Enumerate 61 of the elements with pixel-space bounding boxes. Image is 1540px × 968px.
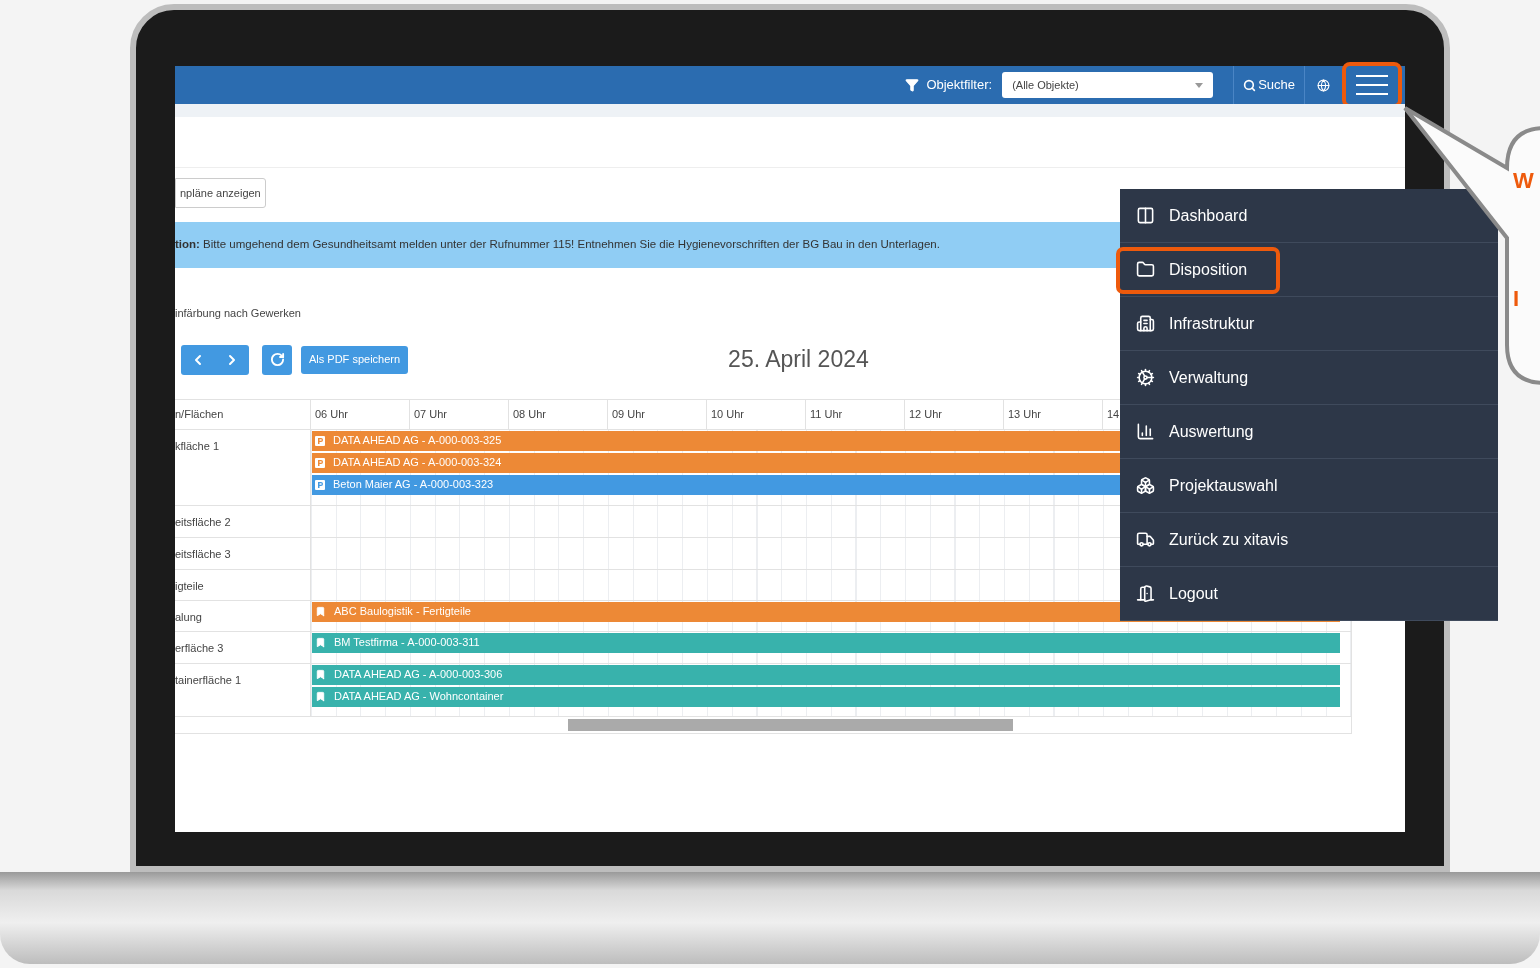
hour-header: 06 Uhr: [311, 399, 410, 429]
bookmark-icon: [315, 637, 326, 648]
scrollbar-thumb[interactable]: [568, 718, 1013, 731]
columns-icon: [1136, 206, 1155, 225]
column-header: n/Flächen: [175, 399, 311, 429]
filter-label: Objektfilter:: [926, 76, 993, 95]
parking-icon: [315, 457, 325, 468]
row-label: kfläche 1: [175, 429, 311, 505]
filter-icon: [905, 78, 920, 92]
booking-text: DATA AHEAD AG - Wohncontainer: [334, 689, 504, 705]
menu-item[interactable]: Infrastruktur: [1120, 297, 1498, 351]
hour-header: 07 Uhr: [410, 399, 509, 429]
parking-icon: [315, 435, 325, 446]
gear-icon: [1136, 368, 1155, 387]
date-title: 25. April 2024: [728, 345, 869, 375]
toggle-plans-button[interactable]: npläne anzeigen: [175, 178, 266, 208]
hour-header: 09 Uhr: [608, 399, 707, 429]
building-icon: [1136, 314, 1155, 333]
booking-text: DATA AHEAD AG - A-000-003-324: [333, 455, 502, 471]
menu-item[interactable]: Disposition: [1120, 243, 1498, 297]
folder-icon: [1136, 260, 1155, 279]
booking-text: DATA AHEAD AG - A-000-003-306: [334, 667, 503, 683]
bookmark-icon: [315, 691, 326, 702]
door-icon: [1136, 584, 1155, 603]
bookmark-icon: [315, 606, 326, 617]
row-label: eitsfläche 3: [175, 537, 311, 569]
parking-icon: [315, 479, 325, 490]
callout-text: W: [1513, 170, 1534, 192]
hour-header: 10 Uhr: [707, 399, 806, 429]
hour-header: 12 Uhr: [905, 399, 1004, 429]
legend-text: infärbung nach Gewerken: [175, 306, 301, 321]
menu-item[interactable]: Verwaltung: [1120, 351, 1498, 405]
hour-header: 11 Uhr: [806, 399, 905, 429]
search-button[interactable]: Suche: [1234, 66, 1304, 104]
menu-item[interactable]: Auswertung: [1120, 405, 1498, 459]
hour-header: 13 Uhr: [1004, 399, 1103, 429]
row-label: alung: [175, 600, 311, 631]
row-label: eitsfläche 2: [175, 505, 311, 537]
booking-text: BM Testfirma - A-000-003-311: [334, 635, 480, 651]
alert-text: tion: Bitte umgehend dem Gesundheitsamt melden unter der Rufnummer 115! Entnehmen Sie die Hygienevorschriften der BG Bau in den Unterlagen.: [175, 237, 940, 253]
menu-item[interactable]: Projektauswahl: [1120, 459, 1498, 513]
caret-icon: [1195, 82, 1204, 88]
row-label: tainerfläche 1: [175, 663, 311, 716]
menu-item[interactable]: Zurück zu xitavis: [1120, 513, 1498, 567]
row-label: igteile: [175, 569, 311, 600]
object-filter-select[interactable]: (Alle Objekte): [1002, 72, 1214, 98]
bookmark-icon: [315, 669, 326, 680]
row-label: erfläche 3: [175, 631, 311, 663]
booking-text: ABC Baulogistik - Fertigteile: [334, 604, 471, 620]
booking-text: Beton Maier AG - A-000-003-323: [333, 477, 494, 493]
truck-icon: [1136, 530, 1155, 549]
refresh-button[interactable]: [262, 344, 292, 375]
globe-icon: [1317, 78, 1330, 92]
refresh-icon: [269, 352, 285, 367]
hour-header: 08 Uhr: [509, 399, 608, 429]
boxes-icon: [1136, 476, 1155, 495]
search-icon: [1243, 78, 1257, 92]
bar-chart-icon: [1136, 422, 1155, 441]
callout-text: I: [1513, 288, 1520, 310]
menu-item[interactable]: Logout: [1120, 567, 1498, 621]
booking-text: DATA AHEAD AG - A-000-003-325: [333, 433, 502, 449]
